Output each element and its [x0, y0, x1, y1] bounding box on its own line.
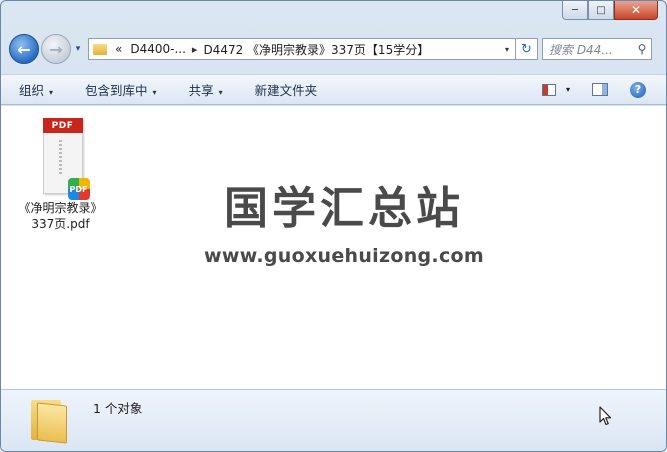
help-icon[interactable]: ?: [630, 81, 646, 98]
close-button[interactable]: ✕: [614, 1, 658, 20]
search-icon[interactable]: ⚲: [633, 42, 651, 56]
maximize-button[interactable]: □: [588, 1, 614, 20]
pdf-text-lines: [58, 140, 62, 176]
share-menu[interactable]: 共享 ▾: [189, 80, 223, 99]
breadcrumb-item-current[interactable]: D4472 《净明宗教录》337页【15学分】: [203, 41, 429, 58]
address-bar[interactable]: « D4400-... ▸ D4472 《净明宗教录》337页【15学分】 ▾: [88, 38, 516, 60]
pdf-file-icon: PDF PDF: [39, 112, 90, 200]
forward-arrow-icon: →: [49, 39, 63, 59]
organize-menu[interactable]: 组织 ▾: [19, 80, 53, 99]
pdf-type-band: PDF: [42, 118, 83, 133]
folder-icon: [93, 43, 107, 55]
file-name-line-2: 337页.pdf: [31, 217, 90, 231]
watermark: 国学汇总站 www.guoxuehuizong.com: [199, 183, 489, 267]
command-bar: 组织 ▾ 包含到库中 ▾ 共享 ▾ 新建文件夹 ▾ ?: [1, 74, 666, 105]
recent-pages-button[interactable]: ▾: [72, 44, 84, 54]
search-input[interactable]: 搜索 D44...: [549, 41, 633, 58]
preview-pane-icon[interactable]: [592, 83, 608, 96]
breadcrumb-overflow[interactable]: «: [115, 42, 122, 56]
watermark-url: www.guoxuehuizong.com: [204, 245, 484, 267]
minimize-button[interactable]: ─: [562, 1, 588, 20]
chevron-down-icon: ▾: [152, 88, 157, 97]
file-name-label: 《净明宗教录》 337页.pdf: [18, 200, 102, 232]
folder-front-shape: [37, 402, 67, 444]
item-count-label: 1 个对象: [93, 401, 143, 416]
search-box[interactable]: 搜索 D44... ⚲: [542, 38, 652, 60]
back-button[interactable]: ←: [9, 34, 39, 64]
pdf-app-badge-icon: PDF: [67, 178, 90, 200]
status-bar: 1 个对象: [1, 389, 666, 451]
mouse-cursor-icon: [599, 406, 612, 426]
include-in-library-label: 包含到库中: [85, 83, 148, 98]
organize-label: 组织: [19, 83, 45, 98]
chevron-down-icon: ▾: [218, 88, 223, 97]
file-item-pdf[interactable]: PDF PDF 《净明宗教录》 337页.pdf: [13, 112, 108, 232]
breadcrumb-item-parent[interactable]: D4400-...: [130, 42, 186, 56]
navigation-bar: ← → ▾ « D4400-... ▸ D4472 《净明宗教录》337页【15…: [9, 31, 658, 67]
share-label: 共享: [188, 83, 214, 98]
back-arrow-icon: ←: [17, 39, 31, 59]
forward-button[interactable]: →: [41, 34, 71, 64]
change-view-icon[interactable]: [541, 83, 556, 96]
folder-icon: [29, 398, 71, 444]
file-name-line-1: 《净明宗教录》: [18, 201, 103, 215]
watermark-title: 国学汇总站: [224, 183, 464, 234]
new-folder-button[interactable]: 新建文件夹: [255, 80, 318, 99]
view-options-chevron-icon[interactable]: ▾: [566, 85, 570, 94]
address-dropdown-button[interactable]: ▾: [499, 45, 515, 54]
file-list-area[interactable]: PDF PDF 《净明宗教录》 337页.pdf 国学汇总站 www.guoxu…: [1, 106, 666, 389]
breadcrumb-separator-icon[interactable]: ▸: [192, 43, 198, 56]
chevron-down-icon: ▾: [49, 88, 54, 97]
include-in-library-menu[interactable]: 包含到库中 ▾: [85, 80, 157, 99]
refresh-button[interactable]: ↻: [516, 38, 538, 60]
caption-buttons: ─ □ ✕: [562, 1, 658, 21]
explorer-window: ─ □ ✕ ← → ▾ « D4400-... ▸ D4472 《净明宗教录》3…: [0, 0, 667, 452]
refresh-icon: ↻: [521, 41, 532, 57]
